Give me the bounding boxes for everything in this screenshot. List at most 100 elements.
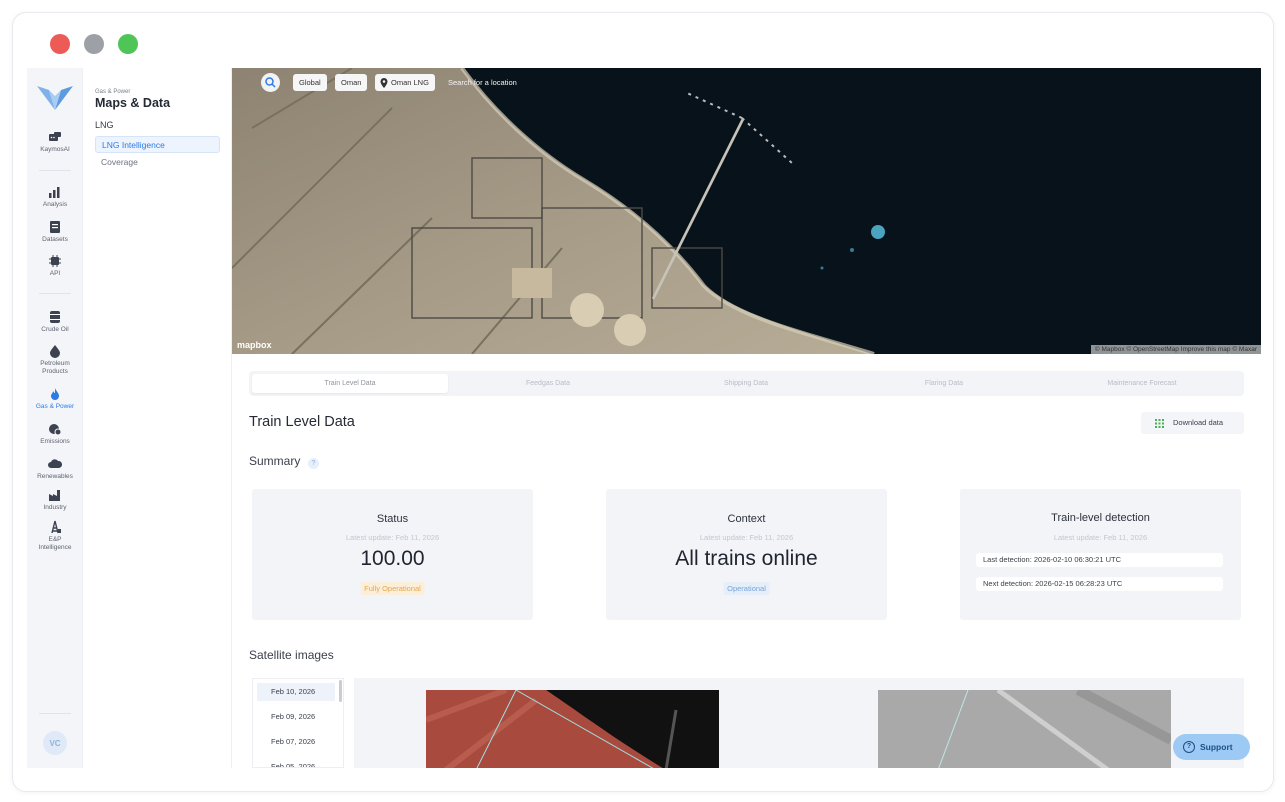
flame-icon bbox=[51, 388, 59, 400]
download-data-button[interactable]: Download data bbox=[1141, 412, 1244, 434]
date-item[interactable]: Feb 07, 2026 bbox=[257, 733, 335, 751]
rail-label: Emissions bbox=[40, 438, 70, 445]
rail-label: E&P bbox=[48, 536, 62, 543]
data-tabs: Train Level Data Feedgas Data Shipping D… bbox=[249, 371, 1244, 396]
nav-item-coverage[interactable]: Coverage bbox=[95, 154, 220, 171]
breadcrumb-oman-lng[interactable]: Oman LNG bbox=[375, 74, 435, 91]
rail-label-line2: Products bbox=[42, 368, 68, 375]
status-card: Status Latest update: Feb 11, 2026 100.0… bbox=[252, 489, 533, 620]
scrollbar[interactable] bbox=[339, 680, 342, 702]
summary-title: Summary bbox=[249, 454, 301, 468]
nav-kicker: Gas & Power bbox=[95, 89, 131, 95]
date-item[interactable]: Feb 10, 2026 bbox=[257, 683, 335, 701]
rig-icon bbox=[51, 520, 61, 534]
card-updated: Latest update: Feb 11, 2026 bbox=[1053, 533, 1148, 542]
nav-title: Maps & Data bbox=[95, 96, 171, 110]
divider bbox=[39, 713, 71, 714]
secondary-nav: Gas & Power Maps & Data LNG LNG Intellig… bbox=[83, 68, 232, 768]
download-label: Download data bbox=[1173, 418, 1224, 427]
icon-rail: KaymosAI Analysis Datasets API Crude Oil… bbox=[27, 68, 83, 768]
pin-icon bbox=[380, 78, 388, 88]
divider bbox=[39, 170, 71, 171]
close-window-button[interactable] bbox=[50, 34, 70, 54]
satellite-image-grayscale[interactable] bbox=[878, 690, 1171, 768]
rail-item-emissions[interactable]: Emissions bbox=[27, 422, 83, 446]
card-title: Status bbox=[376, 513, 409, 525]
card-title: Train-level detection bbox=[1051, 512, 1150, 524]
rail-item-api[interactable]: API bbox=[27, 254, 83, 278]
rail-item-analysis[interactable]: Analysis bbox=[27, 185, 83, 209]
satellite-title: Satellite images bbox=[249, 648, 334, 662]
cloud-icon bbox=[48, 459, 62, 468]
rail-item-kaymosai[interactable]: KaymosAI bbox=[27, 130, 83, 154]
drop-icon bbox=[50, 345, 60, 358]
map-imagery bbox=[232, 68, 1261, 354]
search-icon bbox=[265, 77, 276, 88]
last-detection: Last detection: 2026-02-10 06:30:21 UTC bbox=[976, 553, 1223, 567]
breadcrumb-global[interactable]: Global bbox=[293, 74, 327, 91]
brand-logo-icon[interactable] bbox=[35, 82, 75, 114]
rail-item-gas-power[interactable]: Gas & Power bbox=[27, 387, 83, 411]
rail-label-line2: Intelligence bbox=[38, 544, 72, 551]
tab-flaring-data[interactable]: Flaring Data bbox=[846, 374, 1042, 393]
rail-item-renewables[interactable]: Renewables bbox=[27, 457, 83, 481]
nav-group-lng[interactable]: LNG bbox=[95, 120, 114, 130]
breadcrumb-oman[interactable]: Oman bbox=[335, 74, 368, 91]
help-circle-icon: ? bbox=[1183, 741, 1195, 753]
rail-item-ep-intelligence[interactable]: E&P Intelligence bbox=[27, 520, 83, 552]
date-item[interactable]: Feb 05, 2026 bbox=[257, 758, 335, 767]
support-button[interactable]: ? Support bbox=[1173, 734, 1250, 760]
rail-label: API bbox=[49, 270, 61, 277]
card-updated: Latest update: Feb 11, 2026 bbox=[699, 533, 794, 542]
tab-feedgas-data[interactable]: Feedgas Data bbox=[450, 374, 646, 393]
factory-icon bbox=[49, 490, 60, 501]
satellite-image-false-color[interactable] bbox=[426, 690, 719, 768]
rail-item-industry[interactable]: Industry bbox=[27, 488, 83, 512]
tab-maintenance-forecast[interactable]: Maintenance Forecast bbox=[1044, 374, 1240, 393]
status-badge: Fully Operational bbox=[360, 582, 425, 595]
app-window: KaymosAI Analysis Datasets API Crude Oil… bbox=[12, 12, 1274, 792]
card-updated: Latest update: Feb 11, 2026 bbox=[345, 533, 440, 542]
breadcrumb-label: Oman LNG bbox=[391, 78, 429, 87]
chip-icon bbox=[49, 255, 61, 267]
emissions-icon bbox=[49, 424, 62, 436]
chat-icon bbox=[49, 132, 61, 141]
satellite-map[interactable]: Global Oman Oman LNG Search for a locati… bbox=[232, 68, 1261, 354]
rail-item-petroleum-products[interactable]: Petroleum Products bbox=[27, 344, 83, 376]
tab-shipping-data[interactable]: Shipping Data bbox=[648, 374, 844, 393]
rail-label: Renewables bbox=[37, 473, 73, 480]
location-search-input[interactable]: Search for a location bbox=[448, 78, 517, 87]
support-label: Support bbox=[1200, 742, 1233, 752]
maximize-window-button[interactable] bbox=[118, 34, 138, 54]
rail-label: Crude Oil bbox=[41, 326, 69, 333]
rail-label: Datasets bbox=[42, 236, 68, 243]
rail-label: Industry bbox=[43, 504, 67, 511]
date-item[interactable]: Feb 09, 2026 bbox=[257, 708, 335, 726]
map-search-button[interactable] bbox=[261, 73, 280, 92]
nav-item-lng-intelligence[interactable]: LNG Intelligence bbox=[95, 136, 220, 153]
chart-icon bbox=[49, 187, 60, 198]
map-attribution[interactable]: © Mapbox © OpenStreetMap Improve this ma… bbox=[1090, 345, 1261, 354]
date-list[interactable]: Feb 10, 2026 Feb 09, 2026 Feb 07, 2026 F… bbox=[252, 678, 344, 768]
next-detection: Next detection: 2026-02-15 06:28:23 UTC bbox=[976, 577, 1223, 591]
status-badge: Operational bbox=[723, 582, 770, 595]
barrel-icon bbox=[50, 311, 60, 323]
grid-icon bbox=[1155, 419, 1164, 428]
rail-label: Analysis bbox=[42, 201, 68, 208]
context-card: Context Latest update: Feb 11, 2026 All … bbox=[606, 489, 887, 620]
rail-item-datasets[interactable]: Datasets bbox=[27, 220, 83, 244]
help-icon[interactable]: ? bbox=[308, 458, 319, 469]
rail-label: Gas & Power bbox=[35, 403, 75, 410]
document-icon bbox=[50, 221, 60, 233]
rail-item-crude-oil[interactable]: Crude Oil bbox=[27, 310, 83, 334]
rail-label: KaymosAI bbox=[40, 146, 70, 153]
tab-train-level-data[interactable]: Train Level Data bbox=[252, 374, 448, 393]
detection-card: Train-level detection Latest update: Feb… bbox=[960, 489, 1241, 620]
mapbox-logo: mapbox bbox=[237, 340, 272, 350]
avatar[interactable]: VC bbox=[43, 731, 67, 755]
context-value: All trains online bbox=[675, 547, 818, 570]
divider bbox=[39, 293, 71, 294]
satellite-images-panel bbox=[354, 678, 1244, 768]
minimize-window-button[interactable] bbox=[84, 34, 104, 54]
status-value: 100.00 bbox=[360, 547, 425, 570]
